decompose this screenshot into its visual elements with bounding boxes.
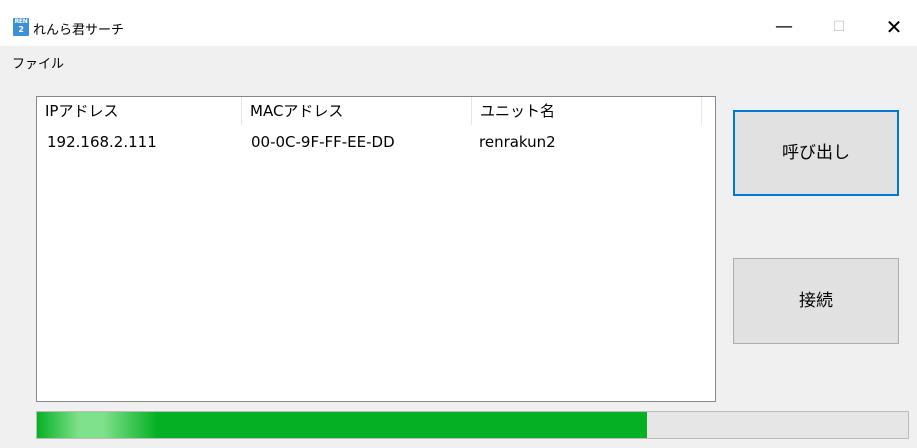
maximize-button[interactable]: ☐: [816, 12, 862, 42]
table-row[interactable]: 192.168.2.111 00-0C-9F-FF-EE-DD renrakun…: [37, 131, 715, 153]
column-header-ip[interactable]: IPアドレス: [37, 97, 242, 125]
minimize-button[interactable]: —: [761, 12, 807, 42]
cell-mac: 00-0C-9F-FF-EE-DD: [251, 133, 395, 151]
close-button[interactable]: ✕: [871, 12, 917, 42]
title-bar[interactable]: REN 2 れんら君サーチ — ☐ ✕: [0, 0, 917, 46]
menu-item-file[interactable]: ファイル: [12, 53, 64, 72]
cell-unit-name: renrakun2: [479, 133, 556, 151]
app-icon-text-bottom: 2: [18, 25, 24, 34]
list-header: IPアドレス MACアドレス ユニット名: [37, 97, 715, 125]
app-icon: REN 2: [13, 18, 29, 36]
app-icon-text-top: REN: [14, 18, 28, 25]
call-button[interactable]: 呼び出し: [733, 110, 899, 196]
progress-bar: [36, 411, 909, 439]
window-title: れんら君サーチ: [33, 23, 125, 38]
column-header-mac[interactable]: MACアドレス: [242, 97, 472, 125]
connect-button[interactable]: 接続: [733, 258, 899, 344]
progress-glow: [37, 412, 157, 438]
column-header-unit-name[interactable]: ユニット名: [472, 97, 702, 125]
unit-list[interactable]: IPアドレス MACアドレス ユニット名 192.168.2.111 00-0C…: [36, 96, 716, 402]
cell-ip: 192.168.2.111: [47, 133, 157, 151]
menu-bar: ファイル: [0, 46, 917, 74]
